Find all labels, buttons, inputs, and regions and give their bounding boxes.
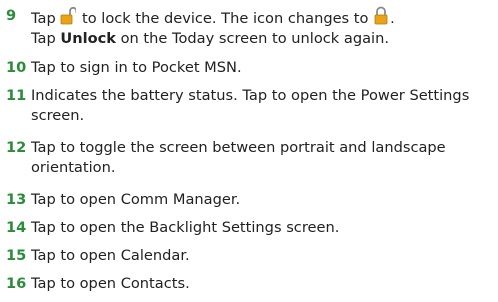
item-number: 13 bbox=[6, 191, 27, 208]
item-text: Tap to open Calendar. bbox=[31, 247, 190, 264]
list-item-16: 16 Tap to open Contacts. bbox=[0, 274, 498, 296]
item-number: 12 bbox=[6, 139, 27, 156]
item-text: Indicates the battery status. Tap to ope… bbox=[31, 86, 493, 126]
list-item-13: 13 Tap to open Comm Manager. bbox=[0, 190, 498, 212]
item-line: Tap Unlock on the Today screen to unlock… bbox=[31, 29, 493, 49]
item-line: orientation. bbox=[31, 159, 116, 176]
list-item-10: 10 Tap to sign in to Pocket MSN. bbox=[0, 58, 498, 80]
text-segment: . bbox=[390, 10, 395, 27]
item-line: Tap to toggle the screen between portrai… bbox=[31, 139, 446, 156]
text-segment: Tap bbox=[31, 10, 61, 27]
list-item-15: 15 Tap to open Calendar. bbox=[0, 246, 498, 268]
item-text: Tap to sign in to Pocket MSN. bbox=[31, 59, 242, 76]
text-segment: Tap bbox=[31, 30, 61, 47]
item-text: Tap to toggle the screen between portrai… bbox=[31, 138, 493, 178]
item-line: Indicates the battery status. Tap to ope… bbox=[31, 87, 470, 104]
item-text: Tap to open Contacts. bbox=[31, 275, 190, 292]
item-number: 16 bbox=[6, 275, 27, 292]
text-segment: on the Today screen to unlock again. bbox=[115, 30, 389, 47]
item-number: 15 bbox=[6, 247, 27, 264]
item-number: 9 bbox=[6, 7, 17, 24]
list-item-12: 12 Tap to toggle the screen between port… bbox=[0, 138, 498, 182]
unlocked-padlock-icon bbox=[60, 6, 77, 26]
bold-term: Unlock bbox=[60, 30, 116, 47]
item-text: Tap to open Comm Manager. bbox=[31, 191, 241, 208]
list-item-9: 9 Tap to lock the device. The icon chang… bbox=[0, 6, 498, 50]
item-line: Tap to lock the device. The icon changes… bbox=[31, 6, 493, 29]
item-number: 14 bbox=[6, 219, 27, 236]
instruction-list: 9 Tap to lock the device. The icon chang… bbox=[0, 0, 498, 302]
locked-padlock-icon bbox=[373, 6, 389, 26]
list-item-14: 14 Tap to open the Backlight Settings sc… bbox=[0, 218, 498, 240]
list-item-11: 11 Indicates the battery status. Tap to … bbox=[0, 86, 498, 130]
text-segment: to lock the device. The icon changes to bbox=[77, 10, 374, 27]
item-text: Tap to lock the device. The icon changes… bbox=[31, 6, 493, 49]
item-text: Tap to open the Backlight Settings scree… bbox=[31, 219, 340, 236]
item-number: 11 bbox=[6, 87, 27, 104]
item-line: screen. bbox=[31, 107, 85, 124]
item-number: 10 bbox=[6, 59, 27, 76]
